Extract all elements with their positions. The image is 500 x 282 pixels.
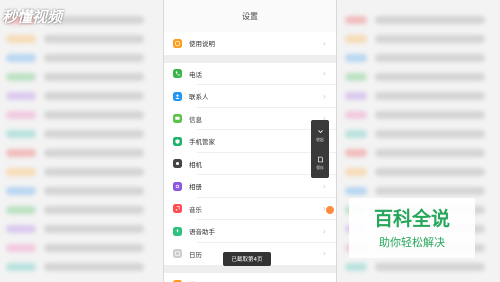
settings-item[interactable]: 语音助手 › xyxy=(164,220,336,243)
settings-item-label: 电话 xyxy=(189,70,202,79)
chevron-right-icon: › xyxy=(322,181,326,191)
background-blur-bar xyxy=(44,92,144,100)
background-blur-bar xyxy=(375,149,485,157)
voice-icon xyxy=(173,226,182,236)
background-blur-bar xyxy=(6,187,36,195)
background-blur-bar xyxy=(44,244,144,252)
floating-ball[interactable] xyxy=(326,206,334,214)
background-blur-bar xyxy=(345,149,367,157)
watermark-logo: 秒懂视频 xyxy=(2,8,63,26)
background-blur-bar xyxy=(44,130,144,138)
settings-item-label: 音乐 xyxy=(189,205,202,214)
chevron-right-icon: › xyxy=(322,38,326,48)
screenshot-toast: 已截取第4页 xyxy=(223,252,271,266)
save-button[interactable]: 保存 xyxy=(311,150,329,176)
background-blur-bar xyxy=(44,35,144,43)
gallery-icon xyxy=(173,181,182,191)
background-blur-bar xyxy=(375,16,485,24)
background-blur-bar xyxy=(345,16,367,24)
background-blur-bar xyxy=(375,35,485,43)
background-blur-bar xyxy=(6,54,36,62)
settings-item-label: 联系人 xyxy=(189,93,209,102)
settings-item-label: 相机 xyxy=(189,160,202,169)
background-blur-bar xyxy=(6,244,36,252)
background-left xyxy=(0,0,160,282)
settings-item-label: 相册 xyxy=(189,183,202,192)
background-blur-bar xyxy=(6,130,36,138)
page-title: 设置 xyxy=(164,0,336,32)
background-blur-bar xyxy=(44,54,144,62)
scroll-capture-toolbar: 收起 保存 xyxy=(311,120,329,178)
save-icon xyxy=(317,156,323,162)
background-blur-bar xyxy=(44,225,144,233)
background-blur-bar xyxy=(6,111,36,119)
background-blur-bar xyxy=(44,263,144,271)
background-blur-bar xyxy=(375,168,485,176)
settings-item-label: 语音助手 xyxy=(189,228,215,237)
background-blur-bar xyxy=(345,92,367,100)
background-blur-bar xyxy=(345,187,367,195)
watermark-slogan: 助你轻松解决 xyxy=(379,236,445,249)
background-blur-bar xyxy=(6,149,36,157)
background-blur-bar xyxy=(6,73,36,81)
background-blur-bar xyxy=(6,225,36,233)
chevron-right-icon: › xyxy=(322,249,326,259)
background-blur-bar xyxy=(375,187,485,195)
settings-item[interactable]: 联系人 › xyxy=(164,85,336,108)
settings-item[interactable]: 使用说明 › xyxy=(164,32,336,55)
settings-item[interactable]: 音乐 › xyxy=(164,198,336,221)
settings-item[interactable]: 地图› xyxy=(164,273,336,282)
help-icon xyxy=(173,38,182,48)
background-blur-bar xyxy=(345,111,367,119)
collapse-label: 收起 xyxy=(316,136,324,142)
settings-item[interactable]: 电话 › xyxy=(164,63,336,86)
chevron-right-icon: › xyxy=(322,69,326,79)
settings-item-label: 信息 xyxy=(189,115,202,124)
save-label: 保存 xyxy=(316,164,324,170)
phone-icon xyxy=(173,69,182,79)
settings-item-label: 使用说明 xyxy=(189,40,215,49)
chevron-down-icon xyxy=(317,129,323,133)
settings-section: 使用说明 › xyxy=(164,32,336,55)
chevron-right-icon: › xyxy=(322,226,326,236)
settings-section: 地图› xyxy=(164,273,336,282)
background-blur-bar xyxy=(6,35,36,43)
background-blur-bar xyxy=(345,35,367,43)
watermark-brand: 百科全说 xyxy=(373,208,450,230)
settings-item-label: 手机管家 xyxy=(189,138,215,147)
background-blur-bar xyxy=(6,206,36,214)
background-blur-bar xyxy=(44,187,144,195)
background-blur-bar xyxy=(345,263,367,271)
section-gap xyxy=(164,265,336,273)
contacts-icon xyxy=(173,91,182,101)
background-blur-bar xyxy=(375,263,485,271)
music-icon xyxy=(173,204,182,214)
background-blur-bar xyxy=(345,54,367,62)
camera-icon xyxy=(173,159,182,169)
background-blur-bar xyxy=(375,54,485,62)
background-blur-bar xyxy=(375,111,485,119)
background-blur-bar xyxy=(345,73,367,81)
background-blur-bar xyxy=(375,130,485,138)
background-blur-bar xyxy=(44,206,144,214)
background-blur-bar xyxy=(44,149,144,157)
background-blur-bar xyxy=(44,111,144,119)
background-blur-bar xyxy=(375,92,485,100)
background-blur-bar xyxy=(6,263,36,271)
section-gap xyxy=(164,54,336,63)
background-blur-bar xyxy=(345,130,367,138)
background-blur-bar xyxy=(375,73,485,81)
shield-icon xyxy=(173,136,182,146)
background-blur-bar xyxy=(6,92,36,100)
chevron-right-icon: › xyxy=(322,91,326,101)
message-icon xyxy=(173,114,182,124)
calendar-icon xyxy=(173,249,182,259)
settings-item[interactable]: 相册 › xyxy=(164,175,336,198)
background-blur-bar xyxy=(44,168,144,176)
collapse-button[interactable]: 收起 xyxy=(311,122,329,148)
background-blur-bar xyxy=(6,168,36,176)
watermark-box: 百科全说 助你轻松解决 xyxy=(349,198,475,258)
background-blur-bar xyxy=(345,168,367,176)
background-blur-bar xyxy=(44,73,144,81)
